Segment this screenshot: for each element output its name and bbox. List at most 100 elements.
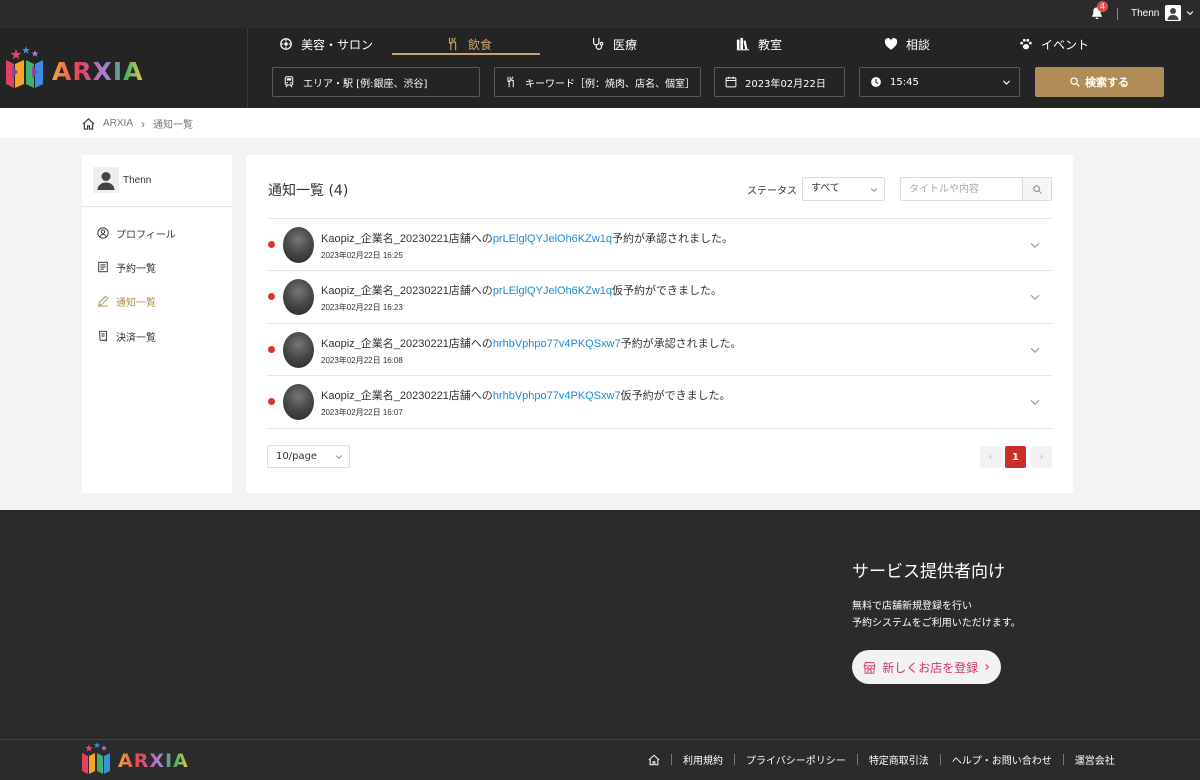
status-select[interactable]: すべて xyxy=(802,177,885,201)
notification-item[interactable]: Kaopiz_企業名_20230221店舗へのprLElglQYJelOh6KZ… xyxy=(267,270,1052,323)
pagination-page-1[interactable]: 1 xyxy=(1005,446,1026,468)
chevron-right-icon: › xyxy=(984,659,990,675)
notification-suffix: 予約が承認されました。 xyxy=(612,233,734,245)
sidebar-item-label: 通知一覧 xyxy=(116,297,156,309)
search-button[interactable] xyxy=(1022,177,1052,201)
footer-link-terms[interactable]: 利用規約 xyxy=(683,752,723,767)
books-icon xyxy=(736,37,750,51)
sidebar-user-name: Thenn xyxy=(123,175,152,186)
chevron-down-icon xyxy=(870,188,878,193)
chevron-down-icon xyxy=(335,455,343,460)
clock-icon xyxy=(871,77,881,87)
home-icon[interactable] xyxy=(648,754,660,766)
search-input[interactable] xyxy=(900,177,1023,201)
footer-brand-name[interactable]: ARXIA xyxy=(118,750,189,772)
area-search-field[interactable]: エリア・駅 [例:銀座、渋谷] xyxy=(272,67,480,97)
store-avatar xyxy=(283,227,314,263)
chevron-down-icon[interactable] xyxy=(1029,344,1041,356)
receipt-icon xyxy=(99,330,107,342)
category-salon[interactable]: 美容・サロン xyxy=(279,34,373,54)
provider-title: サービス提供者向け xyxy=(852,562,1005,582)
footer-link-privacy[interactable]: プライバシーポリシー xyxy=(746,752,846,767)
area-search-placeholder: エリア・駅 [例:銀座、渋谷] xyxy=(303,78,428,90)
sidebar-item-profile[interactable]: プロフィール xyxy=(97,225,176,241)
search-icon xyxy=(1070,77,1080,87)
category-label: 飲食 xyxy=(468,37,493,52)
pencil-icon xyxy=(98,295,109,307)
provider-description: 無料で店舗新規登録を行い 予約システムをご利用いただけます。 xyxy=(852,598,1052,632)
sidebar-item-reservations[interactable]: 予約一覧 xyxy=(97,259,156,275)
category-label: 美容・サロン xyxy=(301,37,374,52)
footer-link-separator xyxy=(939,754,941,765)
notification-item[interactable]: Kaopiz_企業名_20230221店舗へのprLElglQYJelOh6KZ… xyxy=(267,218,1052,271)
notification-item[interactable]: Kaopiz_企業名_20230221店舗へのhrhbVphpo77v4PKQS… xyxy=(267,323,1052,376)
category-medical[interactable]: 医療 xyxy=(591,34,637,54)
reservation-link[interactable]: prLElglQYJelOh6KZw1q xyxy=(493,285,612,297)
register-store-label: 新しくお店を登録 xyxy=(882,660,979,675)
notification-prefix: Kaopiz_企業名_20230221店舗への xyxy=(321,285,493,297)
header-divider xyxy=(247,28,248,108)
sidebar-item-notifications[interactable]: 通知一覧 xyxy=(97,293,156,309)
train-icon xyxy=(284,76,294,88)
footer-link-commerce[interactable]: 特定商取引法 xyxy=(869,752,929,767)
reservation-link[interactable]: prLElglQYJelOh6KZw1q xyxy=(493,233,612,245)
fork-knife-icon xyxy=(448,37,457,51)
chevron-down-icon[interactable] xyxy=(1029,396,1041,408)
notification-prefix: Kaopiz_企業名_20230221店舗への xyxy=(321,390,493,402)
user-circle-icon xyxy=(97,227,109,239)
search-button-label: 検索する xyxy=(1085,76,1129,89)
keyword-search-field[interactable]: キーワード［例：焼肉、店名、個室］ xyxy=(494,67,701,97)
footer-link-separator xyxy=(1062,754,1064,765)
notification-suffix: 仮予約ができました。 xyxy=(620,390,731,402)
category-classroom[interactable]: 教室 xyxy=(736,34,782,54)
notification-prefix: Kaopiz_企業名_20230221店舗への xyxy=(321,233,493,245)
chevron-down-icon[interactable] xyxy=(1186,9,1194,17)
top-bar xyxy=(0,0,1200,28)
user-avatar-icon[interactable] xyxy=(1165,5,1181,21)
notification-date: 2023年02月22日 16:23 xyxy=(321,303,403,312)
category-food[interactable]: 飲食 xyxy=(446,34,492,54)
unread-dot xyxy=(268,293,275,300)
category-label: 相談 xyxy=(906,37,931,52)
footer-link-company[interactable]: 運営会社 xyxy=(1075,752,1115,767)
home-icon[interactable] xyxy=(82,117,95,130)
document-icon xyxy=(98,261,108,273)
pagination-prev[interactable]: ‹ xyxy=(980,446,1001,468)
pagination-next[interactable]: › xyxy=(1031,446,1052,468)
breadcrumb-home[interactable]: ARXIA xyxy=(103,118,133,129)
breadcrumb-current: 通知一覧 xyxy=(153,120,194,131)
reservation-link[interactable]: hrhbVphpo77v4PKQSxw7 xyxy=(493,338,621,350)
page-title: 通知一覧 (4) xyxy=(268,183,349,199)
date-picker[interactable]: 2023年02月22日 xyxy=(714,67,845,97)
notification-item[interactable]: Kaopiz_企業名_20230221店舗へのhrhbVphpo77v4PKQS… xyxy=(267,375,1052,428)
notification-date: 2023年02月22日 16:08 xyxy=(321,356,403,365)
page-size-select[interactable]: 10/page xyxy=(267,445,350,468)
footer-link-separator xyxy=(856,754,858,765)
time-value: 15:45 xyxy=(890,76,919,88)
category-event[interactable]: イベント xyxy=(1019,34,1089,54)
sidebar-item-label: プロフィール xyxy=(116,229,176,241)
paw-icon xyxy=(1020,38,1032,50)
notification-date: 2023年02月22日 16:25 xyxy=(321,251,403,260)
store-avatar xyxy=(283,279,314,315)
brand-text: ARXIA xyxy=(118,750,189,772)
register-store-button[interactable]: 新しくお店を登録 › xyxy=(852,650,1001,684)
heart-icon xyxy=(884,38,898,50)
sidebar-item-payments[interactable]: 決済一覧 xyxy=(97,328,156,344)
unread-dot xyxy=(268,398,275,405)
chevron-down-icon[interactable] xyxy=(1029,291,1041,303)
top-user-name[interactable]: Thenn xyxy=(1131,8,1159,19)
notification-message: Kaopiz_企業名_20230221店舗へのprLElglQYJelOh6KZ… xyxy=(321,282,722,298)
footer-link-help[interactable]: ヘルプ・お問い合わせ xyxy=(952,752,1052,767)
notification-suffix: 予約が承認されました。 xyxy=(620,338,742,350)
category-consult[interactable]: 相談 xyxy=(884,34,930,54)
time-select[interactable]: 15:45 xyxy=(859,67,1020,97)
chevron-down-icon[interactable] xyxy=(1029,239,1041,251)
search-icon xyxy=(1033,185,1042,194)
footer-link-separator xyxy=(734,754,735,765)
search-button[interactable]: 検索する xyxy=(1035,67,1164,97)
brand-name[interactable]: ARXIA xyxy=(52,57,144,86)
notification-badge: 4 xyxy=(1097,1,1108,12)
breadcrumb-separator: › xyxy=(141,116,146,131)
reservation-link[interactable]: hrhbVphpo77v4PKQSxw7 xyxy=(493,390,621,402)
